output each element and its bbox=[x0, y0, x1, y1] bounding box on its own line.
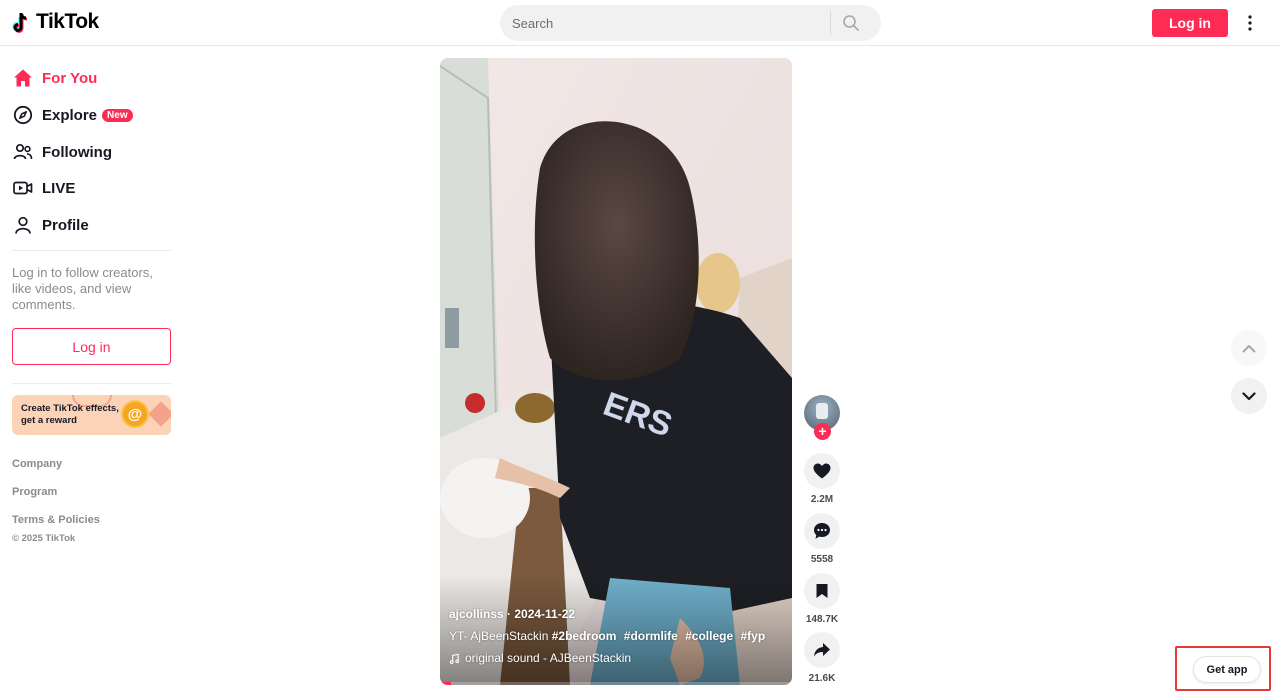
comment-icon bbox=[814, 523, 830, 539]
compass-icon bbox=[12, 104, 34, 126]
user-icon bbox=[12, 214, 34, 236]
more-options-button[interactable] bbox=[1240, 12, 1260, 34]
sidebar-item-explore[interactable]: Explore New bbox=[12, 100, 133, 130]
hashtag-link[interactable]: #dormlife bbox=[624, 629, 678, 643]
copyright-text: © 2025 TikTok bbox=[12, 533, 76, 544]
live-camera-icon bbox=[12, 177, 34, 199]
users-icon bbox=[12, 141, 34, 163]
save-button[interactable] bbox=[804, 573, 840, 609]
home-icon bbox=[12, 67, 34, 89]
heart-icon bbox=[813, 463, 831, 479]
banner-decoration bbox=[148, 401, 171, 427]
chevron-up-icon bbox=[1242, 344, 1256, 352]
search-button[interactable] bbox=[831, 5, 871, 41]
footer-link-terms[interactable]: Terms & Policies bbox=[12, 514, 100, 526]
logo-text: TikTok bbox=[36, 10, 99, 33]
new-badge: New bbox=[102, 108, 133, 122]
header-login-button[interactable]: Log in bbox=[1152, 9, 1228, 37]
sidebar-item-live[interactable]: LIVE bbox=[12, 173, 75, 203]
hashtag-link[interactable]: #fyp bbox=[741, 629, 766, 643]
like-count: 2.2M bbox=[810, 494, 834, 505]
hashtag-link[interactable]: #college bbox=[685, 629, 733, 643]
video-player[interactable]: ERS ajcollinss · 2024-11-22 YT- AjBeenSt… bbox=[440, 58, 792, 685]
video-caption: YT- AjBeenStackin #2bedroom #dormlife #c… bbox=[449, 629, 769, 643]
effects-reward-banner[interactable]: Create TikTok effects, get a reward @ bbox=[12, 395, 171, 435]
footer-link-program[interactable]: Program bbox=[12, 486, 57, 498]
avatar-image bbox=[816, 403, 828, 419]
sidebar-item-following[interactable]: Following bbox=[12, 137, 112, 167]
video-progress-bar[interactable] bbox=[440, 682, 792, 685]
share-arrow-icon bbox=[814, 643, 830, 657]
top-header: TikTok Log in bbox=[0, 0, 1280, 46]
bookmark-icon bbox=[816, 584, 828, 598]
login-prompt-text: Log in to follow creators, like videos, … bbox=[12, 265, 153, 312]
search-input[interactable] bbox=[500, 5, 830, 41]
share-count: 21.6K bbox=[808, 673, 836, 684]
tiktok-note-icon bbox=[12, 12, 28, 33]
comment-button[interactable] bbox=[804, 513, 840, 549]
comment-count: 5558 bbox=[810, 554, 834, 565]
save-count: 148.7K bbox=[805, 614, 839, 625]
effects-banner-text: Create TikTok effects, get a reward bbox=[21, 403, 119, 426]
effects-coin-icon: @ bbox=[121, 400, 149, 428]
sidebar-item-label: Following bbox=[42, 143, 112, 161]
sidebar-item-label: Explore bbox=[42, 106, 98, 124]
video-sound-link[interactable]: original sound - AJBeenStackin bbox=[449, 651, 631, 665]
tiktok-logo[interactable]: TikTok bbox=[12, 10, 99, 34]
sidebar-item-profile[interactable]: Profile bbox=[12, 210, 89, 240]
hashtag-link[interactable]: #2bedroom bbox=[552, 629, 617, 643]
footer-link-company[interactable]: Company bbox=[12, 458, 62, 470]
caption-text: YT- AjBeenStackin bbox=[449, 629, 549, 643]
more-vertical-icon bbox=[1248, 15, 1252, 31]
like-button[interactable] bbox=[804, 453, 840, 489]
next-video-button[interactable] bbox=[1231, 378, 1267, 414]
sidebar-login-button[interactable]: Log in bbox=[12, 328, 171, 365]
video-author-date[interactable]: ajcollinss · 2024-11-22 bbox=[449, 607, 575, 621]
sidebar-item-label: For You bbox=[42, 69, 98, 87]
share-button[interactable] bbox=[804, 632, 840, 668]
video-progress-fill bbox=[440, 682, 451, 685]
music-note-icon bbox=[449, 653, 460, 664]
sidebar-divider bbox=[12, 250, 171, 251]
sidebar-item-label: LIVE bbox=[42, 179, 76, 197]
sound-name: original sound - AJBeenStackin bbox=[465, 651, 632, 665]
chevron-down-icon bbox=[1242, 391, 1256, 400]
search-icon bbox=[843, 15, 859, 31]
sidebar-item-for-you[interactable]: For You bbox=[12, 63, 97, 93]
get-app-button[interactable]: Get app bbox=[1193, 656, 1261, 683]
search-bar bbox=[500, 5, 881, 41]
previous-video-button[interactable] bbox=[1231, 330, 1267, 366]
follow-button[interactable]: + bbox=[814, 423, 831, 440]
sidebar-item-label: Profile bbox=[42, 216, 89, 234]
sidebar-divider bbox=[12, 383, 171, 384]
